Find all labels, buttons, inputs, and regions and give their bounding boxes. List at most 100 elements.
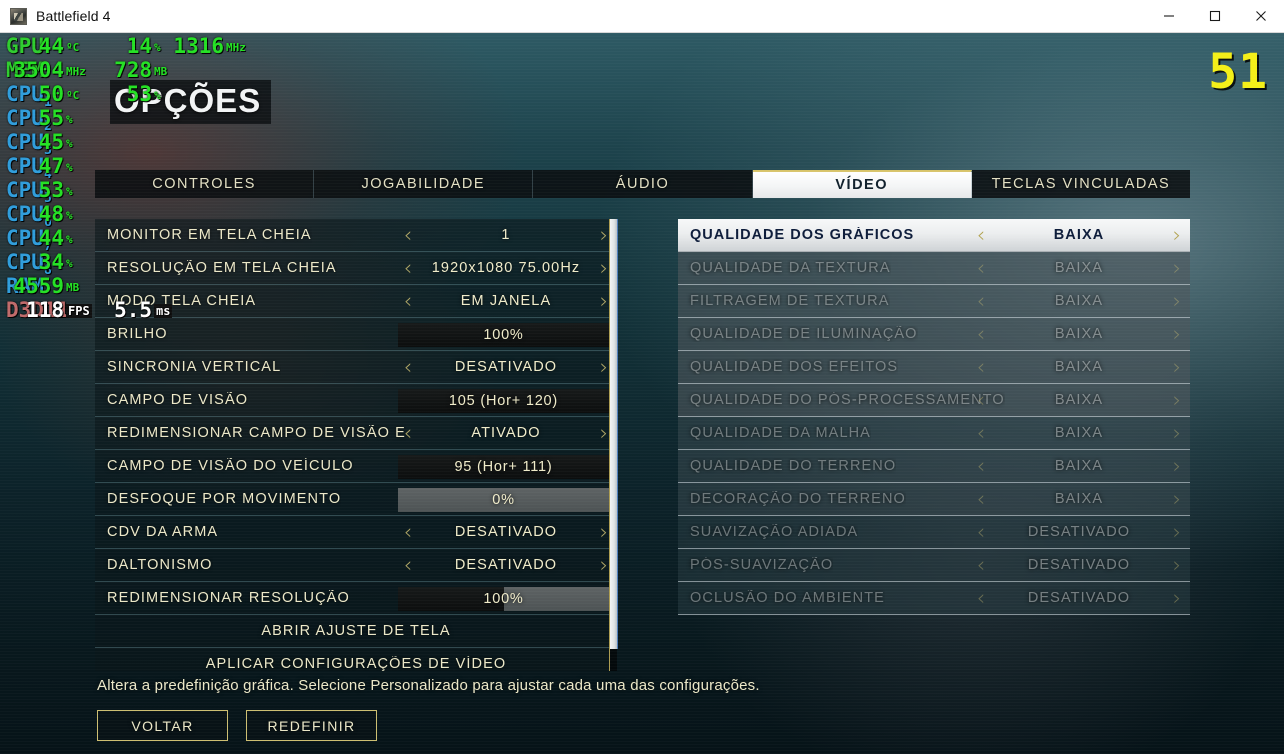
setting-slider[interactable]: 0% bbox=[398, 488, 609, 512]
maximize-icon[interactable] bbox=[1192, 0, 1238, 33]
chevron-right-icon[interactable]: › bbox=[1164, 285, 1190, 317]
setting-row[interactable]: ABRIR AJUSTE DE TELA bbox=[95, 615, 617, 648]
setting-label: OCLUSÃO DO AMBIENTE bbox=[690, 590, 885, 606]
setting-row[interactable]: RESOLUÇÃO EM TELA CHEIA ‹ 1920x1080 75.00H… bbox=[95, 252, 617, 285]
setting-row[interactable]: DESFOQUE POR MOVIMENTO 0% bbox=[95, 483, 617, 516]
setting-row[interactable]: QUALIDADE DOS GRÁFICOS ‹ BAIXA › bbox=[678, 219, 1190, 252]
osd-value: 34 bbox=[38, 250, 64, 274]
chevron-left-icon[interactable]: ‹ bbox=[395, 549, 421, 581]
setting-stepper: ‹ 1 › bbox=[395, 219, 617, 251]
setting-row[interactable]: OCLUSÃO DO AMBIENTE ‹ DESATIVADO › bbox=[678, 582, 1190, 615]
setting-value: BAIXA bbox=[1054, 293, 1104, 309]
setting-row[interactable]: QUALIDADE DA MALHA ‹ BAIXA › bbox=[678, 417, 1190, 450]
setting-value: BAIXA bbox=[1054, 458, 1104, 474]
chevron-left-icon[interactable]: ‹ bbox=[968, 516, 994, 548]
setting-label: QUALIDADE DA MALHA bbox=[690, 425, 871, 441]
setting-row[interactable]: FILTRAGEM DE TEXTURA ‹ BAIXA › bbox=[678, 285, 1190, 318]
tab-áudio[interactable]: ÁUDIO bbox=[533, 170, 753, 198]
tab-jogabilidade[interactable]: JOGABILIDADE bbox=[314, 170, 534, 198]
chevron-left-icon[interactable]: ‹ bbox=[395, 219, 421, 251]
chevron-left-icon[interactable]: ‹ bbox=[968, 549, 994, 581]
game-viewport: GPU 44 ºC 14% 1316 MHz MEM 3504 MHz 728 MB CPU1 50 ºC… bbox=[0, 33, 1284, 754]
setting-label: QUALIDADE DE ILUMINAÇÃO bbox=[690, 326, 918, 342]
chevron-left-icon[interactable]: ‹ bbox=[968, 417, 994, 449]
setting-row[interactable]: QUALIDADE DA TEXTURA ‹ BAIXA › bbox=[678, 252, 1190, 285]
chevron-left-icon[interactable]: ‹ bbox=[395, 252, 421, 284]
tab-controles[interactable]: CONTROLES bbox=[95, 170, 315, 198]
settings-scrollbar[interactable] bbox=[609, 219, 618, 671]
setting-row[interactable]: CDV DA ARMA ‹ DESATIVADO › bbox=[95, 516, 617, 549]
setting-label: QUALIDADE DO TERRENO bbox=[690, 458, 897, 474]
setting-row[interactable]: QUALIDADE DO TERRENO ‹ BAIXA › bbox=[678, 450, 1190, 483]
setting-row[interactable]: DALTONISMO ‹ DESATIVADO › bbox=[95, 549, 617, 582]
scrollbar-thumb[interactable] bbox=[610, 219, 618, 649]
setting-stepper: ‹ BAIXA › bbox=[968, 483, 1190, 515]
osd-value: 44 bbox=[38, 34, 64, 58]
setting-slider[interactable]: 95 (Hor+ 111) bbox=[398, 455, 609, 479]
setting-value: DESATIVADO bbox=[1027, 524, 1131, 540]
setting-value: BAIXA bbox=[1054, 359, 1104, 375]
chevron-right-icon[interactable]: › bbox=[1164, 219, 1190, 251]
setting-row[interactable]: CAMPO DE VISÃO DO VEÍCULO 95 (Hor+ 111) bbox=[95, 450, 617, 483]
chevron-left-icon[interactable]: ‹ bbox=[968, 483, 994, 515]
setting-row[interactable]: QUALIDADE DO PÓS-PROCESSAMENTO ‹ BAIXA › bbox=[678, 384, 1190, 417]
osd-value: 48 bbox=[38, 202, 64, 226]
chevron-left-icon[interactable]: ‹ bbox=[968, 252, 994, 284]
redefinir-button[interactable]: REDEFINIR bbox=[246, 710, 377, 741]
setting-row[interactable]: BRILHO 100% bbox=[95, 318, 617, 351]
close-icon[interactable] bbox=[1238, 0, 1284, 33]
setting-row[interactable]: MONITOR EM TELA CHEIA ‹ 1 › bbox=[95, 219, 617, 252]
chevron-right-icon[interactable]: › bbox=[1164, 252, 1190, 284]
setting-slider[interactable]: 100% bbox=[398, 587, 609, 611]
chevron-right-icon[interactable]: › bbox=[1164, 549, 1190, 581]
chevron-left-icon[interactable]: ‹ bbox=[968, 219, 994, 251]
setting-label: REDIMENSIONAR CAMPO DE VISÃO E bbox=[107, 425, 406, 441]
setting-slider[interactable]: 100% bbox=[398, 323, 609, 347]
chevron-left-icon[interactable]: ‹ bbox=[968, 351, 994, 383]
setting-label: RESOLUÇÃO EM TELA CHEIA bbox=[107, 260, 337, 276]
chevron-left-icon[interactable]: ‹ bbox=[968, 285, 994, 317]
setting-row[interactable]: SINCRONIA VERTICAL ‹ DESATIVADO › bbox=[95, 351, 617, 384]
video-settings-right-list: QUALIDADE DOS GRÁFICOS ‹ BAIXA › QUALIDADE D… bbox=[678, 219, 1190, 615]
chevron-left-icon[interactable]: ‹ bbox=[395, 516, 421, 548]
button-label: VOLTAR bbox=[131, 717, 194, 734]
setting-row[interactable]: APLICAR CONFIGURAÇÕES DE VÍDEO bbox=[95, 648, 617, 671]
chevron-right-icon[interactable]: › bbox=[1164, 516, 1190, 548]
setting-value: BAIXA bbox=[1053, 227, 1105, 243]
chevron-left-icon[interactable]: ‹ bbox=[968, 384, 994, 416]
minimize-icon[interactable] bbox=[1146, 0, 1192, 33]
chevron-left-icon[interactable]: ‹ bbox=[395, 285, 421, 317]
chevron-right-icon[interactable]: › bbox=[1164, 450, 1190, 482]
chevron-left-icon[interactable]: ‹ bbox=[968, 582, 994, 614]
setting-row[interactable]: QUALIDADE DOS EFEITOS ‹ BAIXA › bbox=[678, 351, 1190, 384]
setting-stepper: ‹ DESATIVADO › bbox=[968, 582, 1190, 614]
chevron-right-icon[interactable]: › bbox=[1164, 483, 1190, 515]
setting-slider[interactable]: 105 (Hor+ 120) bbox=[398, 389, 609, 413]
setting-stepper: ‹ BAIXA › bbox=[968, 219, 1190, 251]
setting-row[interactable]: REDIMENSIONAR RESOLUÇÃO 100% bbox=[95, 582, 617, 615]
chevron-left-icon[interactable]: ‹ bbox=[395, 351, 421, 383]
chevron-left-icon[interactable]: ‹ bbox=[395, 417, 421, 449]
osd-value: 47 bbox=[38, 154, 64, 178]
tab-vídeo[interactable]: VÍDEO bbox=[752, 170, 972, 198]
setting-row[interactable]: QUALIDADE DE ILUMINAÇÃO ‹ BAIXA › bbox=[678, 318, 1190, 351]
setting-label: DECORAÇÃO DO TERRENO bbox=[690, 491, 906, 507]
voltar-button[interactable]: VOLTAR bbox=[97, 710, 228, 741]
setting-label: SUAVIZAÇÃO ADIADA bbox=[690, 524, 859, 540]
chevron-right-icon[interactable]: › bbox=[1164, 384, 1190, 416]
setting-row[interactable]: DECORAÇÃO DO TERRENO ‹ BAIXA › bbox=[678, 483, 1190, 516]
chevron-right-icon[interactable]: › bbox=[1164, 582, 1190, 614]
chevron-right-icon[interactable]: › bbox=[1164, 318, 1190, 350]
setting-row[interactable]: REDIMENSIONAR CAMPO DE VISÃO E ‹ ATIVADO › bbox=[95, 417, 617, 450]
tab-teclas-vinculadas[interactable]: TECLAS VINCULADAS bbox=[971, 170, 1191, 198]
setting-row[interactable]: MODO TELA CHEIA ‹ EM JANELA › bbox=[95, 285, 617, 318]
setting-row[interactable]: CAMPO DE VISÃO 105 (Hor+ 120) bbox=[95, 384, 617, 417]
chevron-left-icon[interactable]: ‹ bbox=[968, 450, 994, 482]
setting-row[interactable]: PÓS-SUAVIZAÇÃO ‹ DESATIVADO › bbox=[678, 549, 1190, 582]
setting-row[interactable]: SUAVIZAÇÃO ADIADA ‹ DESATIVADO › bbox=[678, 516, 1190, 549]
chevron-right-icon[interactable]: › bbox=[1164, 351, 1190, 383]
chevron-left-icon[interactable]: ‹ bbox=[968, 318, 994, 350]
setting-stepper: ‹ EM JANELA › bbox=[395, 285, 617, 317]
chevron-right-icon[interactable]: › bbox=[1164, 417, 1190, 449]
setting-value: DESATIVADO bbox=[454, 359, 558, 375]
